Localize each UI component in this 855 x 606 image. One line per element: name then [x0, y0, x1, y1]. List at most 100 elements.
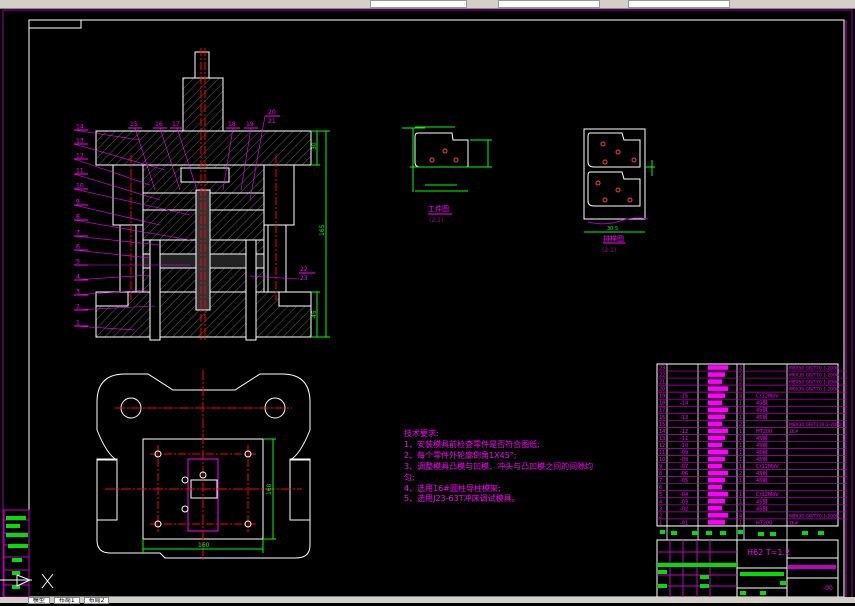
part-qty: 2 [739, 471, 742, 477]
part-number-label: 2 [76, 304, 80, 311]
part-number-label: 12 [76, 153, 84, 160]
workpiece-view [402, 126, 492, 215]
layout-tabs: 模型 布局1 布局2 [0, 597, 855, 604]
part-qty: 4 [739, 394, 742, 400]
part-name [708, 393, 725, 398]
part-number-label: 9 [76, 199, 80, 206]
part-no: 9 [659, 464, 662, 470]
parts-list-row: 13 -11 1 45钢 [659, 435, 767, 442]
lineweight-dropdown[interactable] [628, 0, 730, 8]
part-name [708, 414, 725, 420]
parts-list-row: 6 [659, 484, 722, 491]
part-qty: 2 [739, 373, 742, 379]
toolbar [0, 0, 855, 9]
parts-list-row: 23 2 M8X50 GB/T70.1-2000 [659, 365, 839, 372]
part-qty: 1 [739, 429, 742, 435]
part-qty: 1 [739, 520, 742, 526]
part-name [708, 456, 725, 462]
part-no: 7 [659, 478, 662, 484]
part-number-label: 18 [228, 121, 236, 128]
dim-bottom-plate: 45 [311, 310, 318, 318]
part-code: -04 [680, 492, 688, 498]
part-name [708, 435, 725, 441]
parts-list-row: 14 -12 1 HT200 16# [659, 428, 799, 435]
part-name [708, 442, 722, 448]
part-no: 11 [659, 450, 665, 456]
part-no: 10 [659, 457, 665, 463]
parts-list-row: 7 -05 1 45钢 [659, 477, 767, 484]
part-name [708, 506, 722, 511]
part-note: M8X30 GB/T70.1-2000 [789, 513, 839, 519]
part-note: M6X30 GB/T70.1-2000 [789, 373, 839, 379]
parts-list-row: 4 -03 1 45钢 [659, 498, 767, 505]
part-no: 22 [659, 373, 665, 379]
part-code: -10 [680, 443, 688, 449]
title-block-material: H62 T=1.2 [747, 548, 790, 557]
part-qty: 1 [739, 415, 742, 421]
part-material: 45钢 [756, 407, 767, 414]
part-qty: 2 [739, 380, 742, 386]
part-code: -09 [680, 450, 688, 456]
part-number-label: 15 [130, 121, 138, 128]
frame-corner-box [28, 19, 82, 29]
part-no: 23 [659, 366, 665, 372]
part-note: M8X50 GB/T70.1-2000 [789, 380, 839, 386]
part-note: 16# [789, 429, 799, 435]
part-no: 5 [659, 492, 662, 498]
tech-item: 4、选用16#圆柱导柱模架; [404, 483, 501, 493]
cad-drawing: 141312111098765432115 16 17 18 1920212223 16… [0, 9, 853, 599]
part-material: 45钢 [756, 414, 767, 421]
parts-list-row: 5 -04 1 Cr12MoV [659, 491, 779, 498]
part-number-label: 11 [76, 168, 84, 175]
layout-dim-width: 30.5 [607, 226, 618, 232]
parts-list-row: 12 -10 1 45钢 [659, 442, 767, 449]
drawing-canvas[interactable]: 14 13 12 11 10 9 8 7 6 5 4 3 2 1 15 16 17 18 19 20 21 22 23 16… [0, 9, 855, 599]
part-no: 18 [659, 401, 665, 407]
part-name [708, 407, 728, 413]
part-material: 45钢 [756, 449, 767, 456]
part-qty: 1 [739, 478, 742, 484]
part-code: -02 [680, 506, 688, 512]
part-name [708, 463, 722, 469]
workpiece-scale: (2:1) [429, 217, 443, 224]
part-code: -07 [680, 464, 688, 470]
part-number-label: 14 [76, 124, 84, 131]
part-no: 12 [659, 443, 665, 449]
layer-dropdown[interactable] [370, 0, 467, 8]
parts-list-row: 3 -02 1 45钢 [659, 505, 767, 512]
part-number-label: 23 [300, 275, 308, 282]
part-number-label: 10 [76, 183, 84, 190]
part-qty: 1 [739, 464, 742, 470]
parts-list-row: 22 2 M6X30 GB/T70.1-2000 [659, 372, 839, 379]
part-qty: 4 [739, 387, 742, 393]
part-name [708, 449, 728, 455]
part-name [708, 386, 728, 391]
part-number-label: 4 [76, 274, 80, 281]
part-name [708, 379, 722, 384]
technical-requirements: 技术要求: 1、安装模具前检查零件是否符合图纸; 2、每个零件外轮廓倒角1X45… [404, 428, 593, 503]
part-number-label: 20 [268, 109, 276, 116]
part-material: Cr12MoV [756, 464, 779, 470]
part-code: -14 [680, 401, 688, 407]
ucs-icon [0, 573, 54, 589]
part-note: M8X30 GB/T119.1-2000 [789, 422, 842, 428]
part-qty: 1 [739, 408, 742, 414]
part-no: 14 [659, 429, 665, 435]
part-number-label: 19 [246, 121, 254, 128]
part-number-label: 21 [268, 118, 276, 125]
parts-list-row: 17 1 45钢 [659, 407, 767, 414]
part-qty: 1 [739, 492, 742, 498]
part-name [708, 470, 728, 476]
strip-layout-view [583, 128, 655, 244]
part-name [708, 400, 722, 405]
parts-list-row: 11 -09 1 45钢 [659, 449, 767, 456]
tech-item: 匀; [404, 472, 415, 482]
part-no: 1 [659, 520, 662, 526]
part-number-label: 7 [76, 230, 80, 237]
linetype-dropdown[interactable] [498, 0, 600, 8]
part-material: 45钢 [756, 498, 767, 505]
part-name [708, 513, 728, 518]
title-block-drawing-no: -00 [823, 585, 833, 592]
parts-list-row: 15 2 M8X30 GB/T119.1-2000 [659, 421, 842, 428]
parts-list-table: 23 2 M8X50 GB/T70.1-200022 2 M6X30 GB/T70.1-… [656, 363, 846, 540]
